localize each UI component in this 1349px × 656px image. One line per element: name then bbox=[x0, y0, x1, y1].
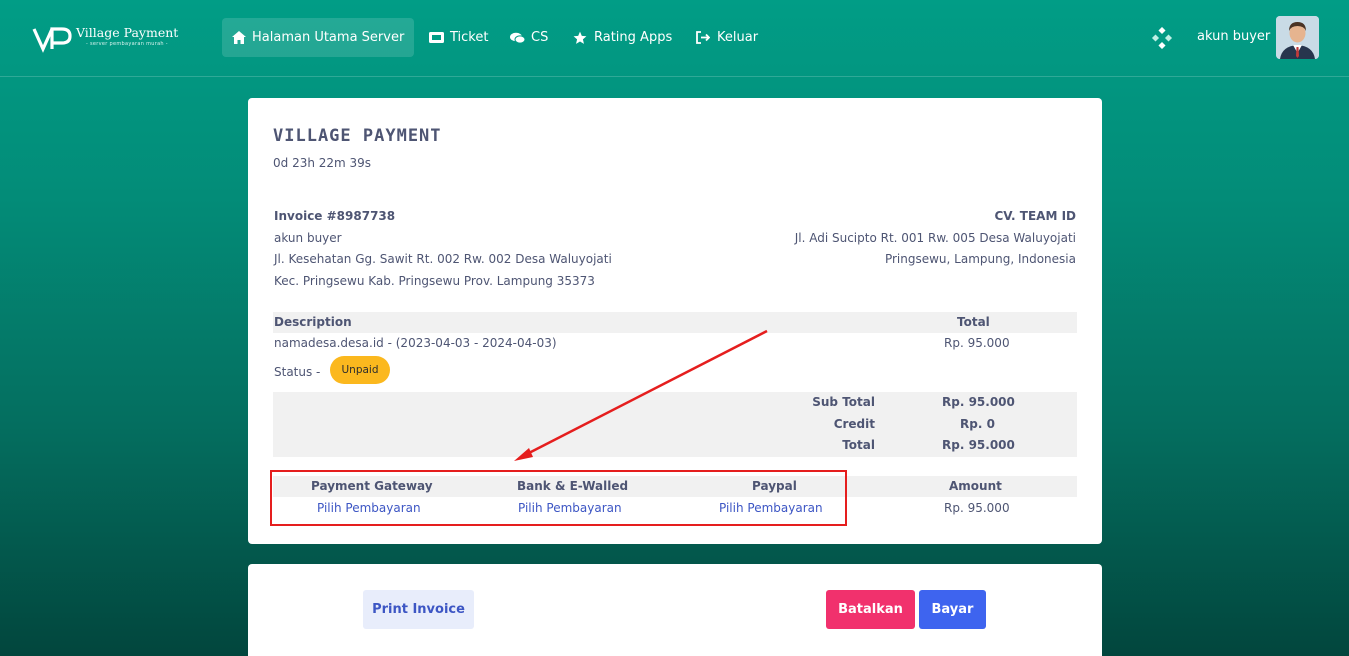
nav-rating-apps[interactable]: Rating Apps bbox=[572, 18, 672, 57]
credit-value: Rp. 0 bbox=[960, 417, 995, 431]
logout-icon bbox=[695, 30, 711, 46]
seller-address-line1: Jl. Adi Sucipto Rt. 001 Rw. 005 Desa Wal… bbox=[794, 231, 1076, 245]
buyer-address-line2: Kec. Pringsewu Kab. Pringsewu Prov. Lamp… bbox=[274, 274, 595, 288]
brand-name: Village Payment bbox=[76, 25, 179, 40]
invoice-number: Invoice #8987738 bbox=[274, 209, 396, 223]
nav-cs-label: CS bbox=[531, 30, 549, 45]
buyer-name: akun buyer bbox=[274, 231, 342, 245]
star-icon bbox=[572, 30, 588, 46]
total-value: Rp. 95.000 bbox=[942, 438, 1015, 452]
vp-logo-icon bbox=[32, 27, 72, 53]
item-total: Rp. 95.000 bbox=[944, 336, 1010, 350]
status-label: Status - bbox=[274, 365, 321, 379]
invoice-title: VILLAGE PAYMENT bbox=[273, 126, 442, 146]
brand-tagline: - server pembayaran murah - bbox=[86, 41, 168, 47]
cancel-button[interactable]: Batalkan bbox=[826, 590, 915, 629]
actions-card: Print Invoice Batalkan Bayar bbox=[248, 564, 1102, 656]
subtotal-value: Rp. 95.000 bbox=[942, 395, 1015, 409]
home-icon bbox=[232, 30, 246, 46]
credit-label: Credit bbox=[833, 417, 875, 431]
nav-logout-label: Keluar bbox=[717, 30, 759, 45]
ticket-icon bbox=[428, 30, 444, 46]
nav-rating-label: Rating Apps bbox=[594, 30, 673, 45]
amount-value: Rp. 95.000 bbox=[944, 501, 1010, 515]
chat-icon bbox=[509, 30, 525, 46]
apps-grid-icon[interactable] bbox=[1151, 27, 1173, 49]
nav-logout[interactable]: Keluar bbox=[695, 18, 758, 57]
seller-address-line2: Pringsewu, Lampung, Indonesia bbox=[884, 252, 1076, 266]
payment-options-highlight bbox=[270, 470, 847, 526]
amount-header: Amount bbox=[949, 479, 1002, 493]
nav-cs[interactable]: CS bbox=[509, 18, 548, 57]
brand-logo[interactable]: Village Payment - server pembayaran mura… bbox=[32, 24, 182, 54]
description-header: Description bbox=[274, 315, 352, 329]
subtotal-label: Sub Total bbox=[812, 395, 875, 409]
top-navbar: Village Payment - server pembayaran mura… bbox=[0, 0, 1349, 77]
nav-ticket[interactable]: Ticket bbox=[428, 18, 488, 57]
nav-home-label: Halaman Utama Server bbox=[252, 30, 405, 45]
total-label: Total bbox=[842, 438, 875, 452]
user-name[interactable]: akun buyer bbox=[1197, 29, 1270, 44]
avatar[interactable] bbox=[1276, 16, 1319, 59]
user-avatar-icon bbox=[1276, 16, 1319, 59]
nav-ticket-label: Ticket bbox=[450, 30, 489, 45]
pay-button[interactable]: Bayar bbox=[919, 590, 986, 629]
seller-name: CV. TEAM ID bbox=[994, 209, 1077, 223]
invoice-card: VILLAGE PAYMENT 0d 23h 22m 39s Invoice #… bbox=[248, 98, 1102, 544]
item-description: namadesa.desa.id - (2023-04-03 - 2024-04… bbox=[274, 336, 557, 350]
buyer-address-line1: Jl. Kesehatan Gg. Sawit Rt. 002 Rw. 002 … bbox=[274, 252, 612, 266]
nav-home[interactable]: Halaman Utama Server bbox=[222, 18, 414, 57]
total-header: Total bbox=[957, 315, 990, 329]
payment-countdown: 0d 23h 22m 39s bbox=[273, 156, 372, 170]
print-invoice-button[interactable]: Print Invoice bbox=[363, 590, 474, 629]
status-badge: Unpaid bbox=[330, 356, 390, 384]
